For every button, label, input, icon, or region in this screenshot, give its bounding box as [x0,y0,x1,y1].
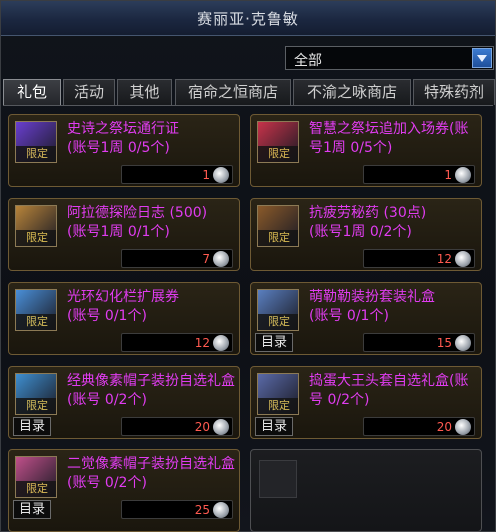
tab-other[interactable]: 其他 [117,79,172,105]
scroll-icon[interactable]: 限定 [15,205,57,247]
tab-fate-shop[interactable]: 宿命之恒商店 [175,79,291,105]
pixel-hat-icon[interactable]: 限定 [15,456,57,498]
limited-badge: 限定 [16,230,56,246]
empty-item-slot [250,449,482,532]
mask-icon[interactable]: 限定 [257,373,299,415]
filter-selected-value: 全部 [294,53,322,69]
shop-item-card[interactable]: 限定 史诗之祭坛通行证 (账号1周 0/5个) 1 [8,114,240,187]
currency-icon [213,167,229,183]
limited-badge: 限定 [258,314,298,330]
currency-icon [455,251,471,267]
item-name: 抗疲劳秘药 (30点) (账号1周 0/2个) [309,205,427,240]
red-ticket-icon[interactable]: 限定 [257,121,299,163]
shop-item-card[interactable]: 限定 抗疲劳秘药 (30点) (账号1周 0/2个) 12 [250,198,482,271]
price-display: 12 [121,333,233,352]
catalog-button[interactable]: 目录 [255,417,293,436]
item-name: 阿拉德探险日志 (500) (账号1周 0/1个) [67,205,208,240]
pixel-hat-icon[interactable]: 限定 [15,373,57,415]
price-display: 1 [121,165,233,184]
catalog-button[interactable]: 目录 [13,500,51,519]
limited-badge: 限定 [258,398,298,414]
price-display: 1 [363,165,475,184]
price-display: 20 [363,417,475,436]
window-title: 赛丽亚·克鲁敏 [197,9,299,28]
price-value: 12 [194,336,210,350]
price-value: 25 [194,503,210,517]
limited-badge: 限定 [258,230,298,246]
item-name: 光环幻化栏扩展券 (账号 0/1个) [67,289,179,324]
shop-item-card[interactable]: 限定 智慧之祭坛追加入场券(账号1周 0/5个) 1 [250,114,482,187]
shop-item-card[interactable]: 限定 阿拉德探险日志 (500) (账号1周 0/1个) 7 [8,198,240,271]
price-display: 20 [121,417,233,436]
price-display: 12 [363,249,475,268]
limited-badge: 限定 [16,481,56,497]
limited-badge: 限定 [16,398,56,414]
chevron-down-icon[interactable] [472,48,492,68]
title-bar[interactable]: 赛丽亚·克鲁敏 [1,1,495,36]
shop-item-card[interactable]: 限定 光环幻化栏扩展券 (账号 0/1个) 12 [8,282,240,355]
price-value: 20 [194,420,210,434]
limited-badge: 限定 [16,314,56,330]
price-value: 1 [444,168,452,182]
tab-devotion-shop[interactable]: 不渝之咏商店 [293,79,411,105]
gift-box-icon[interactable]: 限定 [257,289,299,331]
tab-divider [3,105,493,106]
tab-event[interactable]: 活动 [63,79,115,105]
currency-icon [455,167,471,183]
item-name: 萌勒勒装扮套装礼盒 (账号 0/1个) [309,289,435,324]
aura-ticket-icon[interactable]: 限定 [15,289,57,331]
limited-badge: 限定 [16,146,56,162]
category-filter-select[interactable]: 全部 [285,46,494,70]
currency-icon [213,502,229,518]
tab-special-potion[interactable]: 特殊药剂 [413,79,495,105]
shop-window: 赛丽亚·克鲁敏 全部 礼包 活动 其他 宿命之恒商店 不渝之咏商店 特殊药剂 限… [0,0,496,532]
catalog-button[interactable]: 目录 [255,333,293,352]
catalog-button[interactable]: 目录 [13,417,51,436]
empty-slot-icon [259,460,297,498]
item-name: 捣蛋大王头套自选礼盒(账号 0/2个) [309,373,469,408]
shop-item-card[interactable]: 限定 捣蛋大王头套自选礼盒(账号 0/2个) 目录 20 [250,366,482,439]
price-display: 15 [363,333,475,352]
price-value: 7 [202,252,210,266]
currency-icon [213,419,229,435]
shop-item-card[interactable]: 限定 萌勒勒装扮套装礼盒 (账号 0/1个) 目录 15 [250,282,482,355]
currency-icon [455,335,471,351]
price-value: 12 [436,252,452,266]
potion-icon[interactable]: 限定 [257,205,299,247]
currency-icon [213,335,229,351]
price-display: 7 [121,249,233,268]
item-name: 智慧之祭坛追加入场券(账号1周 0/5个) [309,121,469,156]
purple-gear-icon[interactable]: 限定 [15,121,57,163]
item-name: 经典像素帽子装扮自选礼盒(账号 0/2个) [67,373,235,408]
tab-bar: 礼包 活动 其他 宿命之恒商店 不渝之咏商店 特殊药剂 [3,79,495,105]
tab-gift-pack[interactable]: 礼包 [3,79,61,105]
item-name: 二觉像素帽子装扮自选礼盒(账号 0/2个) [67,456,235,491]
currency-icon [455,419,471,435]
shop-item-card[interactable]: 限定 经典像素帽子装扮自选礼盒(账号 0/2个) 目录 20 [8,366,240,439]
limited-badge: 限定 [258,146,298,162]
item-name: 史诗之祭坛通行证 (账号1周 0/5个) [67,121,179,156]
price-value: 1 [202,168,210,182]
shop-item-card[interactable]: 限定 二觉像素帽子装扮自选礼盒(账号 0/2个) 目录 25 [8,449,240,532]
price-value: 20 [436,420,452,434]
price-value: 15 [436,336,452,350]
currency-icon [213,251,229,267]
price-display: 25 [121,500,233,519]
